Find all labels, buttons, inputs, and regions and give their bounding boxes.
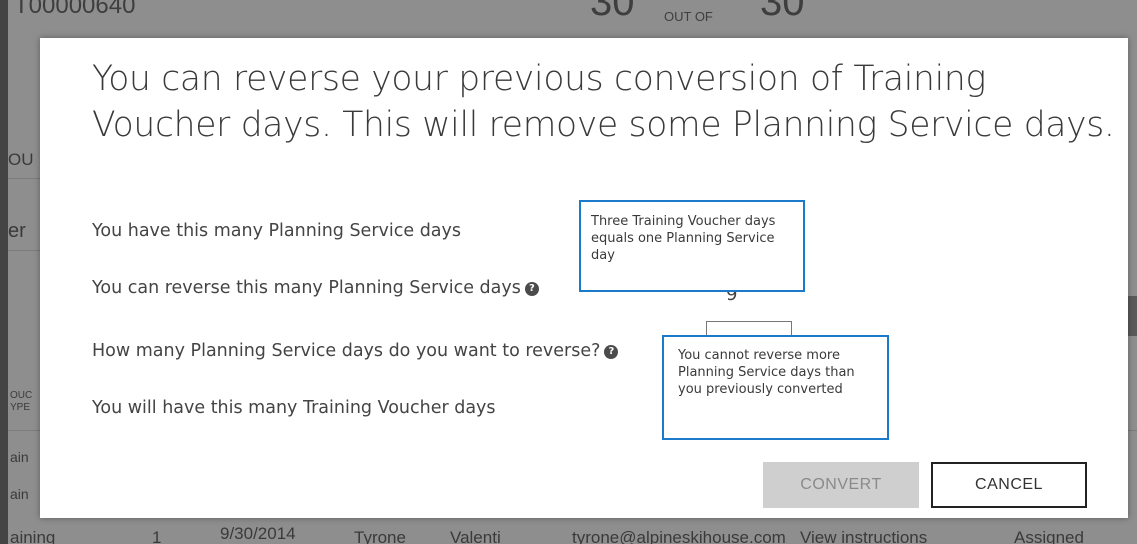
voucher-days-label: You will have this many Training Voucher…: [92, 398, 496, 418]
reverse-limit-callout: You cannot reverse more Planning Service…: [662, 335, 889, 440]
reverse-input-label: How many Planning Service days do you wa…: [92, 341, 601, 361]
cell-first-name: Tyrone: [354, 528, 406, 544]
window-edge: [0, 0, 8, 544]
cell-email: tyrone@alpineskihouse.com: [572, 528, 786, 544]
planning-days-label: You have this many Planning Service days: [92, 221, 461, 241]
count-total: 30: [760, 0, 805, 24]
cell-date: 9/30/2014: [220, 524, 296, 543]
cell-type: aining: [10, 528, 56, 544]
convert-button[interactable]: CONVERT: [763, 462, 919, 508]
reverse-max-label: You can reverse this many Planning Servi…: [92, 278, 521, 298]
cell-status: Assigned: [1014, 528, 1084, 544]
cell-quantity: 1: [152, 528, 162, 544]
cancel-button[interactable]: CANCEL: [931, 462, 1087, 508]
reverse-max-row: You can reverse this many Planning Servi…: [92, 278, 539, 298]
help-icon[interactable]: ?: [604, 345, 619, 359]
cell-last-name: Valenti: [450, 528, 501, 544]
column-header-voucher-type: OUC YPE: [10, 390, 33, 413]
view-instructions-link[interactable]: View instructions: [800, 528, 927, 544]
scrollbar-thumb[interactable]: [1128, 296, 1137, 336]
bg-row-type: ain: [10, 449, 29, 465]
reverse-input-row: How many Planning Service days do you wa…: [92, 341, 619, 361]
bg-partial-label: er: [8, 220, 26, 242]
out-of-label: OUT OF: [664, 9, 713, 24]
help-icon[interactable]: ?: [524, 282, 539, 296]
conversion-rate-callout: Three Training Voucher days equals one P…: [579, 200, 805, 292]
bg-row-type: ain: [10, 486, 29, 502]
count-used: 30: [590, 0, 635, 24]
dialog-title: You can reverse your previous conversion…: [92, 59, 1115, 145]
divider: [1128, 430, 1137, 431]
bg-partial-label: OU: [8, 150, 34, 169]
record-id: T00000640: [14, 0, 136, 19]
reverse-conversion-dialog: You can reverse your previous conversion…: [40, 38, 1128, 518]
